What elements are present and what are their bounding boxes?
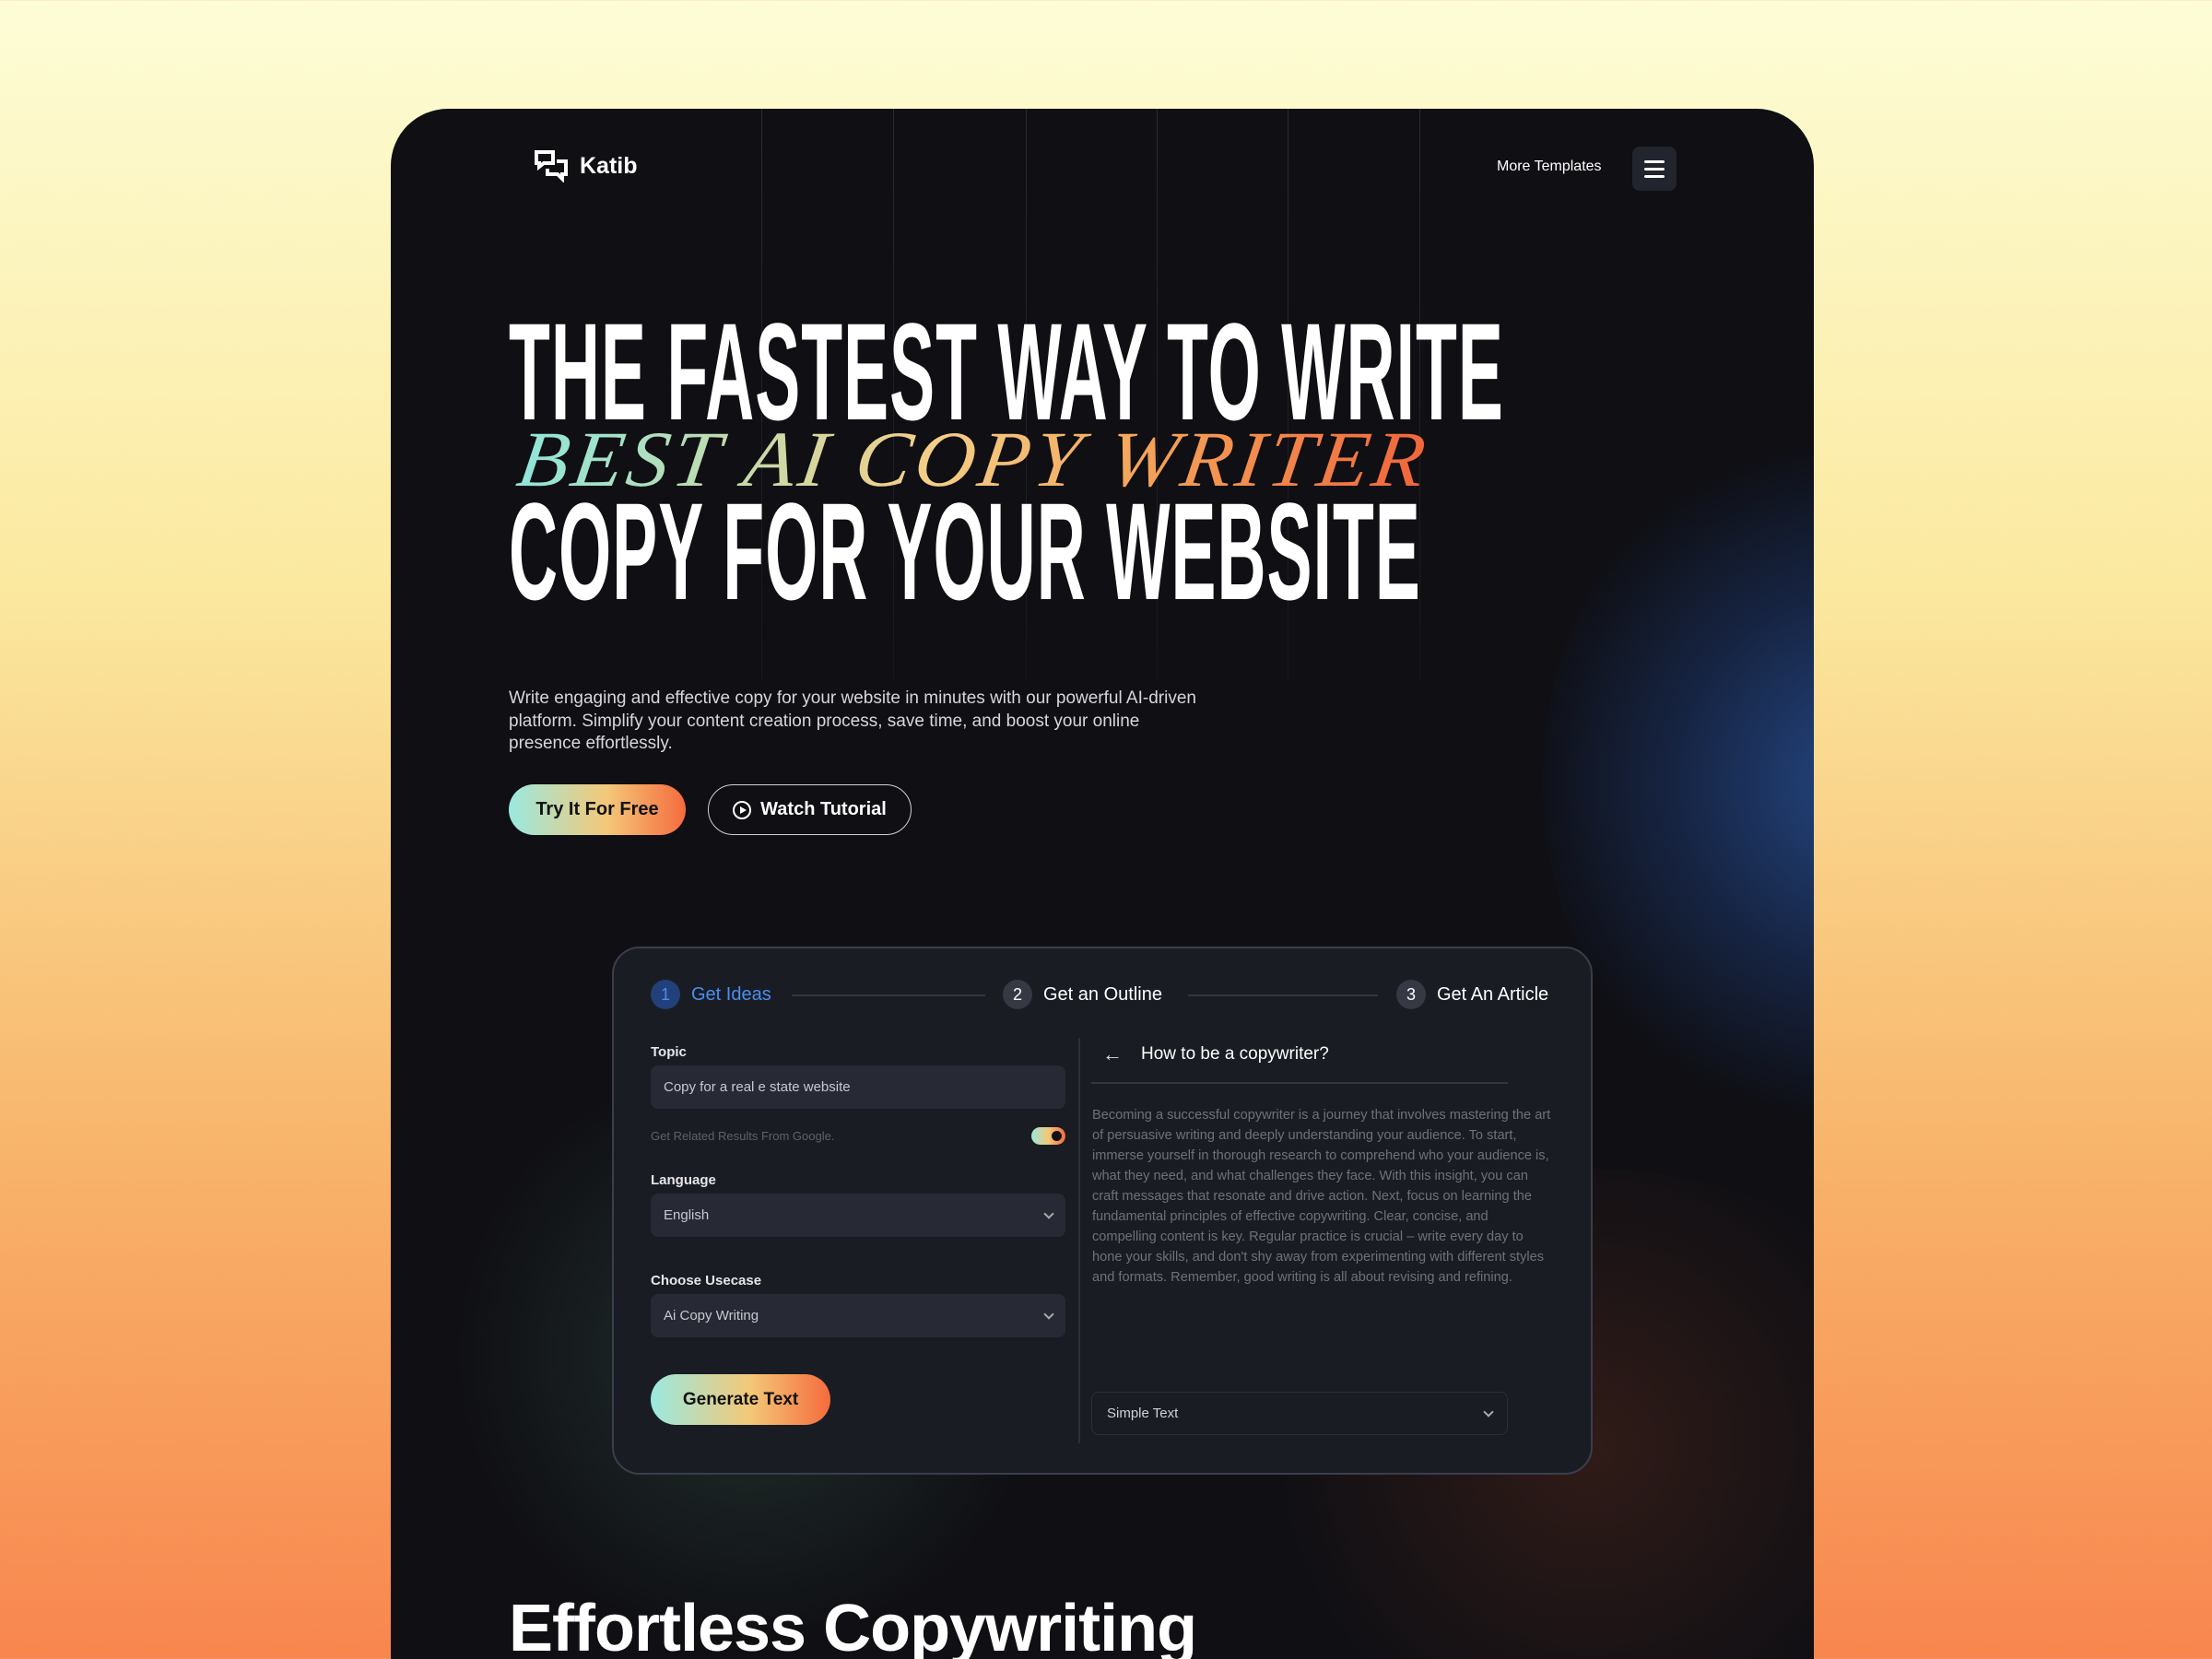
topic-value: Copy for a real e state website: [664, 1079, 851, 1095]
hamburger-icon: [1644, 159, 1665, 163]
more-templates-link[interactable]: More Templates: [1497, 159, 1602, 175]
step-number: 2: [1003, 980, 1032, 1009]
chevron-down-icon: [1483, 1406, 1494, 1418]
step-label: Get an Outline: [1043, 983, 1162, 1005]
generate-text-button[interactable]: Generate Text: [651, 1374, 830, 1425]
try-for-free-button[interactable]: Try It For Free: [509, 784, 686, 835]
step-number: 3: [1396, 980, 1426, 1009]
step-number: 1: [651, 980, 680, 1009]
language-value: English: [664, 1207, 710, 1223]
step-get-ideas[interactable]: 1 Get Ideas: [651, 980, 771, 1009]
usecase-value: Ai Copy Writing: [664, 1308, 759, 1324]
step-get-article[interactable]: 3 Get An Article: [1396, 980, 1548, 1009]
article-body: Becoming a successful copywriter is a jo…: [1092, 1108, 1551, 1285]
step-label: Get Ideas: [691, 983, 771, 1005]
topic-input[interactable]: Copy for a real e state website: [651, 1065, 1065, 1109]
generator-panel: 1 Get Ideas 2 Get an Outline 3 Get An Artic…: [612, 947, 1593, 1475]
article-title: How to be a copywriter?: [1141, 1044, 1329, 1064]
article-header: ← How to be a copywriter?: [1102, 1042, 1329, 1066]
section-title: Effortless Copywriting: [509, 1592, 1197, 1659]
google-results-toggle[interactable]: [1031, 1127, 1065, 1145]
step-connector: [1188, 994, 1378, 996]
chevron-down-icon: [1043, 1308, 1054, 1320]
brand-logo[interactable]: Katib: [534, 149, 638, 182]
watch-tutorial-label: Watch Tutorial: [760, 799, 887, 819]
column-divider: [1078, 1038, 1080, 1443]
hero-description: Write engaging and effective copy for yo…: [509, 688, 1196, 753]
landing-page-card: Katib More Templates THE FASTEST WAY TO …: [391, 109, 1814, 1659]
format-select[interactable]: Simple Text: [1091, 1392, 1508, 1435]
chat-bubbles-icon: [535, 150, 568, 182]
step-connector: [792, 994, 985, 996]
divider: [1091, 1082, 1508, 1084]
back-arrow-icon[interactable]: ←: [1102, 1042, 1123, 1066]
chevron-down-icon: [1043, 1207, 1054, 1219]
step-label: Get An Article: [1437, 983, 1549, 1005]
step-get-outline[interactable]: 2 Get an Outline: [1003, 980, 1162, 1009]
google-results-hint: Get Related Results From Google.: [651, 1129, 835, 1143]
language-label: Language: [651, 1172, 716, 1188]
headline-line-2: COPY FOR YOUR WEBSITE: [509, 474, 1421, 629]
usecase-label: Choose Usecase: [651, 1273, 762, 1288]
brand-name: Katib: [580, 152, 638, 179]
menu-button[interactable]: [1632, 147, 1677, 191]
format-value: Simple Text: [1107, 1406, 1179, 1421]
topic-label: Topic: [651, 1044, 687, 1060]
language-select[interactable]: English: [651, 1194, 1065, 1237]
play-icon: [733, 800, 752, 819]
usecase-select[interactable]: Ai Copy Writing: [651, 1294, 1065, 1337]
watch-tutorial-button[interactable]: Watch Tutorial: [708, 784, 912, 835]
